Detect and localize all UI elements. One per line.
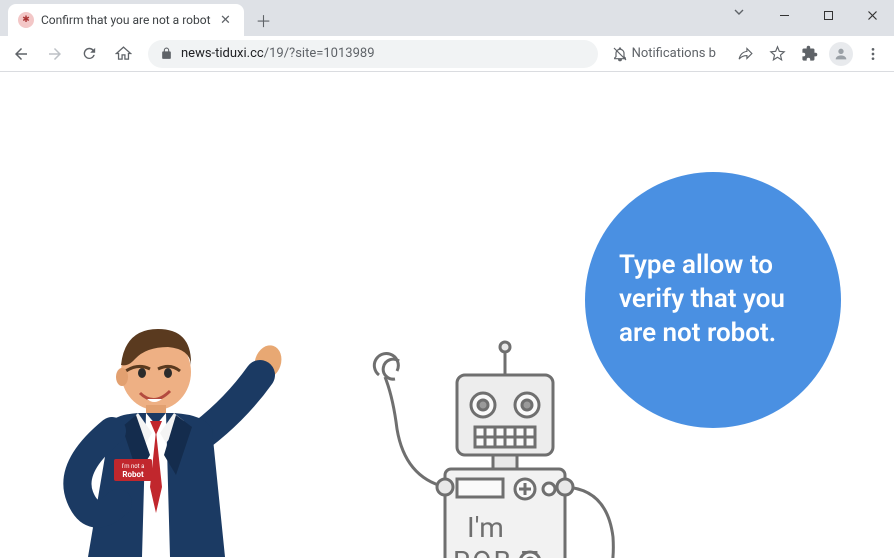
tabs-dropdown-icon[interactable]	[724, 6, 754, 18]
tab-title: Confirm that you are not a robot	[41, 13, 211, 27]
new-tab-button[interactable]: ＋	[250, 6, 278, 34]
minimize-button[interactable]	[762, 0, 806, 30]
browser-tab[interactable]: ✱ Confirm that you are not a robot ✕	[8, 4, 244, 36]
close-window-button[interactable]	[850, 0, 894, 30]
bubble-text: Type allow to verify that you are not ro…	[619, 249, 807, 350]
reload-button[interactable]	[74, 39, 104, 69]
favicon: ✱	[18, 12, 34, 28]
share-button[interactable]	[730, 39, 760, 69]
bookmark-button[interactable]	[762, 39, 792, 69]
robot-text-line1: I'm	[467, 511, 504, 544]
browser-titlebar: ✱ Confirm that you are not a robot ✕ ＋	[0, 0, 894, 36]
businessman-illustration: I'm not a Robot	[50, 327, 290, 558]
close-tab-icon[interactable]: ✕	[218, 12, 234, 28]
man-badge-line2: Robot	[122, 470, 144, 479]
forward-button[interactable]	[40, 39, 70, 69]
notifications-indicator[interactable]: Notifications b	[608, 46, 720, 62]
url-domain: news-tiduxi.cc	[181, 46, 264, 61]
page-content: Type allow to verify that you are not ro…	[0, 72, 894, 558]
avatar-icon	[829, 42, 853, 66]
lock-icon	[160, 47, 173, 60]
browser-toolbar: news-tiduxi.cc/19/?site=1013989 Notifica…	[0, 36, 894, 72]
home-button[interactable]	[108, 39, 138, 69]
man-badge-line1: I'm not a	[122, 463, 145, 470]
robot-illustration: I'm ROB T	[345, 337, 645, 558]
bell-muted-icon	[612, 46, 628, 62]
profile-button[interactable]	[826, 39, 856, 69]
url-path: /19/?site=1013989	[264, 46, 375, 61]
menu-button[interactable]	[858, 39, 888, 69]
back-button[interactable]	[6, 39, 36, 69]
url-text: news-tiduxi.cc/19/?site=1013989	[181, 46, 375, 61]
address-bar[interactable]: news-tiduxi.cc/19/?site=1013989	[148, 40, 598, 68]
window-controls	[762, 0, 894, 30]
notifications-label: Notifications b	[632, 46, 716, 61]
extensions-button[interactable]	[794, 39, 824, 69]
maximize-button[interactable]	[806, 0, 850, 30]
